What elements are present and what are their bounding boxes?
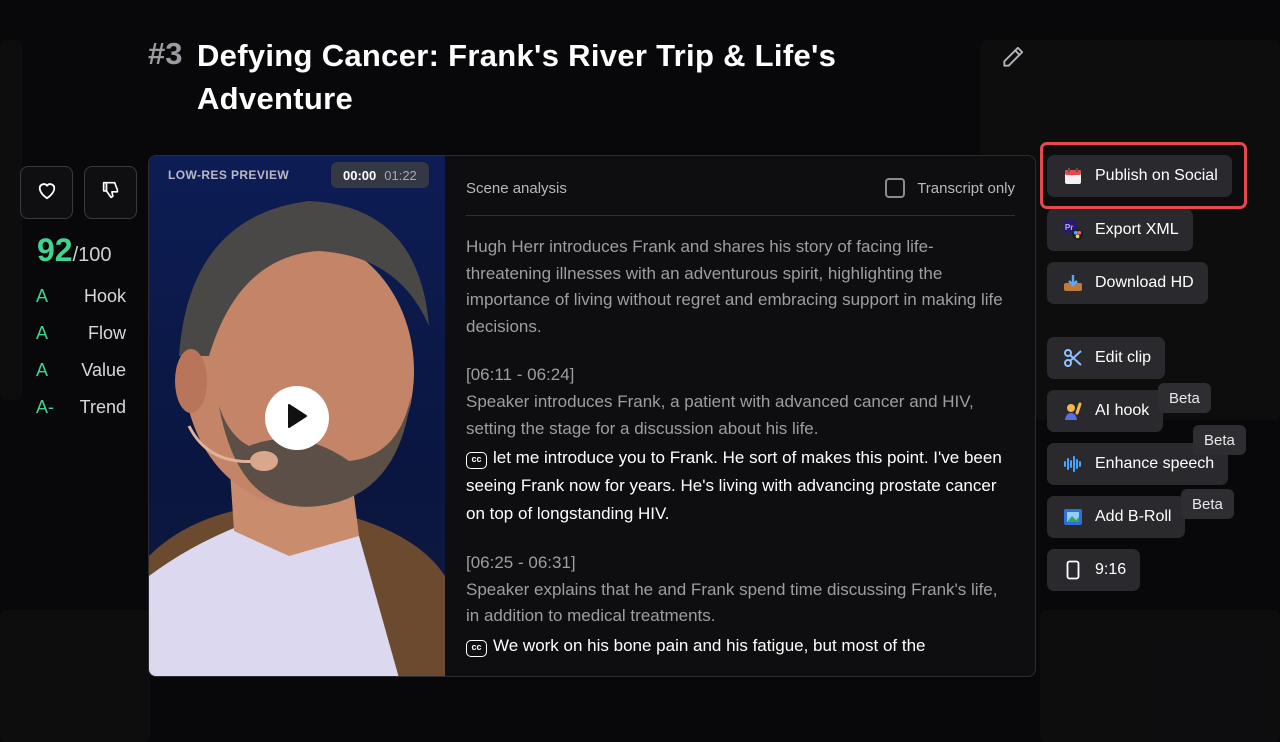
aspect-ratio-label: 9:16: [1095, 561, 1127, 578]
scene-summary: Hugh Herr introduces Frank and shares hi…: [466, 237, 1003, 336]
scene-analysis-body: Hugh Herr introduces Frank and shares hi…: [466, 234, 1015, 676]
virality-score: 92/100: [37, 232, 112, 269]
grade-value: A: [36, 286, 49, 306]
low-res-preview-label: LOW-RES PREVIEW: [168, 168, 290, 182]
thumbs-down-icon: [100, 179, 122, 206]
segment-description: Speaker explains that he and Frank spend…: [466, 579, 998, 626]
enhance-speech-label: Enhance speech: [1095, 455, 1215, 472]
transcript-segment: [06:25 - 06:31] Speaker explains that he…: [466, 550, 1015, 660]
beta-badge: Beta: [1158, 383, 1211, 413]
grade-value: A-: [36, 397, 54, 417]
beta-badge: Beta: [1193, 425, 1246, 455]
closed-caption-icon: cc: [466, 452, 487, 470]
aspect-ratio-button[interactable]: 9:16: [1047, 549, 1141, 591]
segment-time: [06:11 - 06:24]: [466, 365, 575, 385]
scene-analysis-panel: Scene analysis Transcript only Hugh Herr…: [466, 156, 1015, 676]
publish-on-social-button[interactable]: Publish on Social: [1047, 155, 1232, 197]
edit-title-icon[interactable]: [1000, 44, 1026, 70]
scene-analysis-heading: Scene analysis: [466, 179, 567, 197]
publish-on-social-label: Publish on Social: [1095, 167, 1218, 184]
grade-label: Trend: [79, 397, 126, 417]
segment-quote-text: let me introduce you to Frank. He sort o…: [466, 448, 1002, 524]
grade-row-flow: A Flow: [36, 323, 126, 344]
add-b-roll-label: Add B-Roll: [1095, 508, 1172, 525]
segment-quote-text: We work on his bone pain and his fatigue…: [493, 635, 926, 655]
ai-hook-button[interactable]: AI hook: [1047, 390, 1164, 432]
transcript-only-toggle[interactable]: Transcript only: [885, 178, 1015, 198]
grade-label: Hook: [83, 286, 126, 306]
segment-description: Speaker introduces Frank, a patient with…: [466, 391, 974, 438]
play-button[interactable]: [265, 386, 329, 450]
panel-divider: [466, 215, 1015, 216]
premiere-resolve-icon: Pr: [1063, 220, 1083, 240]
grade-row-trend: A- Trend: [36, 397, 126, 418]
scissors-icon: [1063, 348, 1083, 368]
edit-clip-button[interactable]: Edit clip: [1047, 337, 1166, 379]
raised-hand-person-icon: [1063, 401, 1083, 421]
transcript-segment: [06:11 - 06:24] Speaker introduces Frank…: [466, 362, 1015, 528]
beta-badge: Beta: [1181, 489, 1234, 519]
panel-header: Scene analysis Transcript only: [466, 178, 1015, 198]
film-frame-icon: [1063, 507, 1083, 527]
play-icon: [286, 403, 308, 434]
edit-clip-label: Edit clip: [1095, 349, 1152, 366]
current-time: 00:00: [343, 167, 377, 183]
export-xml-label: Export XML: [1095, 221, 1179, 238]
transcript-only-label: Transcript only: [917, 179, 1015, 197]
download-hd-label: Download HD: [1095, 274, 1194, 291]
heart-icon: [36, 180, 58, 205]
like-button[interactable]: [20, 166, 73, 219]
clip-number: #3: [148, 36, 183, 71]
segment-time: [06:25 - 06:31]: [466, 553, 576, 573]
grade-label: Value: [81, 360, 126, 380]
export-xml-button[interactable]: Pr Export XML: [1047, 209, 1193, 251]
ai-hook-label: AI hook: [1095, 402, 1150, 419]
grade-value: A: [36, 360, 49, 380]
grade-row-value: A Value: [36, 360, 126, 381]
add-b-roll-button[interactable]: Add B-Roll: [1047, 496, 1186, 538]
grade-value: A: [36, 323, 49, 343]
phone-portrait-icon: [1063, 560, 1083, 580]
waveform-icon: [1063, 454, 1083, 474]
score-max: /100: [72, 244, 112, 266]
svg-text:Pr: Pr: [1065, 223, 1074, 232]
clip-title: Defying Cancer: Frank's River Trip & Lif…: [197, 38, 837, 116]
segment-quote: cc let me introduce you to Frank. He sort…: [466, 444, 1015, 528]
dislike-button[interactable]: [84, 166, 137, 219]
video-timer: 00:00 01:22: [331, 162, 429, 188]
segment-quote: cc We work on his bone pain and his fatig…: [466, 632, 1015, 660]
grade-row-hook: A Hook: [36, 286, 126, 307]
grade-label: Flow: [87, 323, 126, 343]
download-tray-icon: [1063, 273, 1083, 293]
closed-caption-icon: cc: [466, 639, 487, 657]
transcript-only-checkbox[interactable]: [885, 178, 906, 198]
score-value: 92: [37, 232, 73, 268]
download-hd-button[interactable]: Download HD: [1047, 262, 1208, 304]
duration: 01:22: [384, 167, 417, 183]
calendar-icon: [1063, 166, 1083, 186]
video-preview[interactable]: LOW-RES PREVIEW 00:00 01:22: [149, 156, 445, 676]
clip-card: LOW-RES PREVIEW 00:00 01:22 Scene analys…: [148, 155, 1036, 677]
